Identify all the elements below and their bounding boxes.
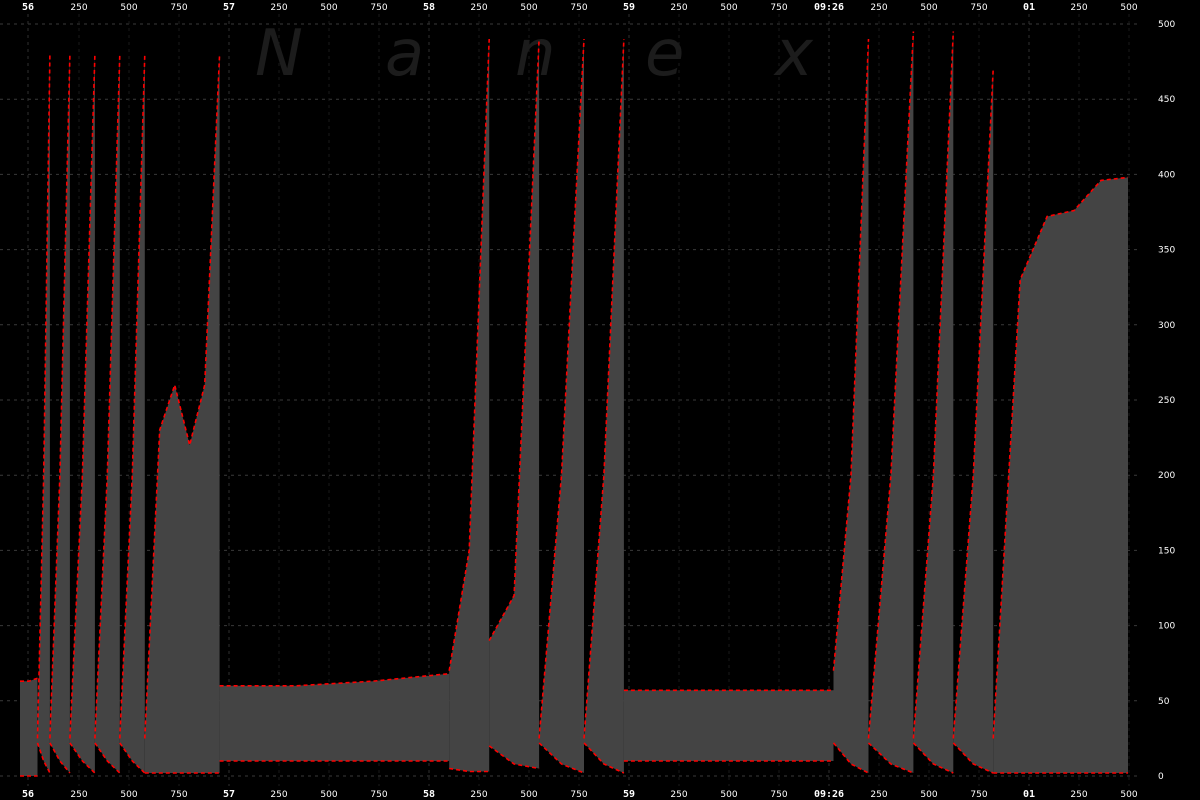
x-tick-label-bottom: 09:26 <box>814 789 844 800</box>
x-tick-label-bottom: 56 <box>22 789 34 800</box>
x-tick-label-top: 500 <box>320 3 337 13</box>
x-tick-label-top: 750 <box>370 3 387 13</box>
watermark-letter: a <box>385 17 424 91</box>
x-tick-label-top: 58 <box>423 2 435 13</box>
x-tick-label-top: 250 <box>470 3 487 13</box>
y-tick-label: 350 <box>1158 246 1175 256</box>
y-tick-label: 500 <box>1158 20 1175 30</box>
x-tick-label-bottom: 250 <box>470 790 487 800</box>
x-tick-label-top: 750 <box>570 3 587 13</box>
x-tick-label-bottom: 750 <box>370 790 387 800</box>
x-tick-label-bottom: 250 <box>1070 790 1087 800</box>
x-tick-label-top: 250 <box>70 3 87 13</box>
x-tick-label-top: 750 <box>770 3 787 13</box>
x-tick-label-bottom: 01 <box>1023 789 1035 800</box>
x-tick-label-bottom: 250 <box>270 790 287 800</box>
x-tick-label-top: 09:26 <box>814 2 844 13</box>
x-tick-label-bottom: 500 <box>720 790 737 800</box>
x-tick-label-top: 250 <box>270 3 287 13</box>
x-tick-label-bottom: 57 <box>223 789 235 800</box>
x-tick-label-top: 57 <box>223 2 235 13</box>
depth-area <box>20 678 38 776</box>
y-tick-label: 300 <box>1158 321 1175 331</box>
depth-chart: Nanex 050100150200250300350400450500 56 2… <box>0 0 1200 800</box>
x-tick-label-bottom: 250 <box>670 790 687 800</box>
y-tick-label: 250 <box>1158 396 1175 406</box>
watermark-letter: n <box>515 17 556 91</box>
x-tick-label-bottom: 500 <box>120 790 137 800</box>
x-tick-label-top: 500 <box>1120 3 1137 13</box>
y-tick-label: 0 <box>1158 772 1164 782</box>
x-tick-label-top: 500 <box>720 3 737 13</box>
x-tick-label-bottom: 58 <box>423 789 435 800</box>
y-tick-label: 100 <box>1158 622 1175 632</box>
x-tick-label-top: 250 <box>670 3 687 13</box>
x-tick-label-top: 750 <box>970 3 987 13</box>
y-tick-label: 150 <box>1158 546 1175 556</box>
x-tick-label-bottom: 500 <box>520 790 537 800</box>
x-tick-label-bottom: 500 <box>1120 790 1137 800</box>
y-tick-label: 50 <box>1158 697 1170 707</box>
x-tick-label-bottom: 500 <box>920 790 937 800</box>
x-tick-label-top: 500 <box>920 3 937 13</box>
x-tick-label-bottom: 500 <box>320 790 337 800</box>
x-tick-label-top: 01 <box>1023 2 1035 13</box>
depth-area <box>219 673 450 761</box>
x-tick-label-top: 250 <box>870 3 887 13</box>
x-tick-label-top: 59 <box>623 2 635 13</box>
x-tick-label-top: 750 <box>170 3 187 13</box>
y-tick-label: 450 <box>1158 95 1175 105</box>
x-tick-label-top: 56 <box>22 2 34 13</box>
watermark-letter: e <box>645 17 684 91</box>
x-tick-label-bottom: 59 <box>623 789 635 800</box>
x-tick-label-top: 250 <box>1070 3 1087 13</box>
x-tick-label-bottom: 250 <box>70 790 87 800</box>
x-tick-label-bottom: 750 <box>970 790 987 800</box>
x-tick-label-bottom: 250 <box>870 790 887 800</box>
y-tick-label: 400 <box>1158 170 1175 180</box>
x-tick-label-bottom: 750 <box>170 790 187 800</box>
x-tick-label-top: 500 <box>120 3 137 13</box>
depth-area <box>623 690 834 761</box>
y-tick-label: 200 <box>1158 471 1175 481</box>
x-tick-label-bottom: 750 <box>770 790 787 800</box>
x-tick-label-bottom: 750 <box>570 790 587 800</box>
x-tick-label-top: 500 <box>520 3 537 13</box>
